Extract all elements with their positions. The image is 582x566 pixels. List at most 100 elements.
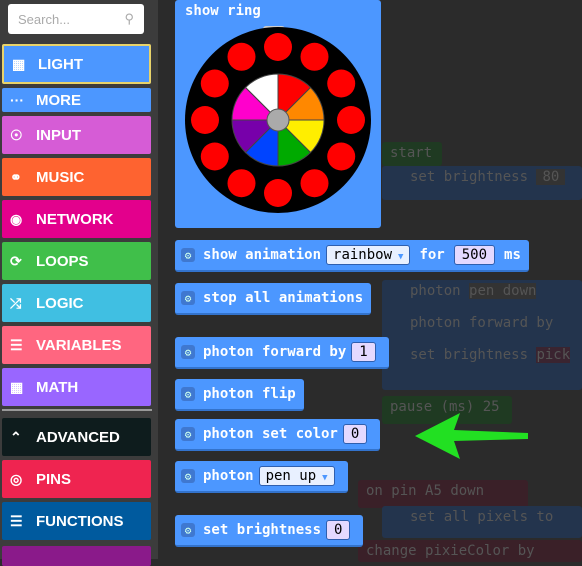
- forward-input[interactable]: 1: [351, 342, 376, 362]
- ghost-text: set brightness: [410, 169, 529, 185]
- category-pins[interactable]: ◎ PINS: [2, 460, 151, 498]
- ghost-text: pin A5: [391, 483, 442, 499]
- color-input[interactable]: 0: [342, 424, 368, 444]
- dropdown-value: pen up: [265, 468, 317, 484]
- ring-led: [191, 106, 219, 134]
- wheel-center: [266, 108, 290, 132]
- ring-led: [264, 33, 292, 61]
- block-label: for: [419, 247, 445, 263]
- category-label: MORE: [36, 91, 81, 109]
- category-label: LOGIC: [36, 294, 84, 312]
- brightness-input[interactable]: 0: [326, 520, 351, 540]
- pins-icon: ◎: [10, 470, 23, 487]
- photon-flip-block[interactable]: ⚙ photon flip: [175, 379, 304, 411]
- category-more[interactable]: ··· MORE: [2, 88, 151, 112]
- ring-led: [300, 42, 329, 71]
- workspace[interactable]: start set brightness 80 photon pen down …: [160, 0, 582, 562]
- arrow-annotation-icon: [415, 413, 528, 459]
- dropdown-arrow-icon: ▼: [322, 473, 328, 483]
- category-variables[interactable]: ☰ VARIABLES: [2, 326, 151, 364]
- gear-icon: ⚙: [181, 345, 195, 359]
- category-input[interactable]: ☉ INPUT: [2, 116, 151, 154]
- show-animation-block[interactable]: ⚙ show animation rainbow ▼ for 500 ms: [175, 240, 529, 272]
- pen-dropdown[interactable]: pen up ▼: [258, 466, 335, 486]
- gear-icon: ⚙: [181, 248, 195, 262]
- block-label: ms: [504, 247, 521, 263]
- calculator-icon: ▦: [10, 378, 24, 395]
- gear-icon: ⚙: [181, 523, 195, 537]
- category-loops[interactable]: ⟳ LOOPS: [2, 242, 151, 280]
- ghost-text: by: [517, 543, 535, 559]
- category-label: MUSIC: [36, 168, 85, 186]
- set-brightness-block[interactable]: ⚙ set brightness 0: [175, 515, 364, 547]
- ghost-start: start: [382, 142, 442, 166]
- search-placeholder: Search...: [18, 11, 71, 27]
- stop-all-animations-block[interactable]: ⚙ stop all animations: [175, 283, 372, 315]
- category-label: NETWORK: [36, 210, 114, 228]
- block-label: photon forward by: [203, 344, 347, 360]
- ghost-set-all-pixels: set all pixels to: [382, 506, 582, 538]
- ghost-photon-group: photon pen down photon forward by set br…: [382, 280, 582, 390]
- ring-led: [200, 142, 229, 171]
- show-ring-block[interactable]: show ring: [175, 0, 381, 228]
- photon-set-color-block[interactable]: ⚙ photon set color 0: [175, 419, 381, 451]
- ring-led: [227, 169, 256, 198]
- search-input[interactable]: Search... ⚲: [8, 4, 144, 34]
- ghost-text: down: [450, 483, 485, 499]
- ghost-text: photon: [410, 283, 461, 299]
- category-label: MATH: [36, 378, 79, 396]
- gear-icon: ⚙: [181, 291, 195, 305]
- divider: [2, 409, 152, 411]
- category-music[interactable]: ⚭ MUSIC: [2, 158, 151, 196]
- ghost-set-brightness: set brightness 80: [382, 166, 582, 200]
- category-logic[interactable]: ⤮ LOGIC: [2, 284, 151, 322]
- ring-led: [264, 179, 292, 207]
- category-partial[interactable]: [2, 546, 151, 566]
- ring-led: [300, 169, 329, 198]
- ghost-text: set brightness: [410, 347, 529, 363]
- duration-input[interactable]: 500: [453, 245, 496, 265]
- chevron-up-icon: ⌃: [10, 428, 22, 445]
- dropdown-value: rainbow: [333, 247, 393, 263]
- list-icon: ☰: [10, 336, 23, 353]
- search-icon[interactable]: ⚲: [124, 11, 134, 27]
- more-icon: ···: [10, 92, 24, 108]
- category-label: PINS: [36, 470, 72, 488]
- grid-icon: ▦: [12, 55, 26, 72]
- toolbox: Search... ⚲ ▦ LIGHT ··· MORE ☉ INPUT ⚭ MUSIC ◉ NE…: [0, 0, 158, 566]
- category-network[interactable]: ◉ NETWORK: [2, 200, 151, 238]
- category-math[interactable]: ▦ MATH: [2, 368, 151, 406]
- functions-icon: ☰: [10, 512, 23, 529]
- ghost-text: pen down: [469, 283, 537, 299]
- ghost-text: on: [366, 483, 383, 499]
- ghost-on-pin: on pin A5 down: [358, 480, 528, 508]
- ring-led: [327, 142, 356, 171]
- block-label: stop all animations: [203, 290, 364, 306]
- block-label: set brightness: [203, 522, 322, 538]
- block-label: photon flip: [203, 386, 296, 402]
- dropdown-arrow-icon: ▼: [398, 252, 404, 262]
- ring-led: [227, 42, 256, 71]
- category-light[interactable]: ▦ LIGHT: [2, 44, 151, 84]
- category-functions[interactable]: ☰ FUNCTIONS: [2, 502, 151, 540]
- animation-dropdown[interactable]: rainbow ▼: [326, 245, 411, 265]
- refresh-icon: ⟳: [10, 252, 22, 269]
- category-label: LIGHT: [38, 55, 83, 73]
- ring-editor[interactable]: [175, 0, 381, 228]
- gear-icon: ⚙: [181, 387, 195, 401]
- category-label: LOOPS: [36, 252, 89, 270]
- photon-pen-block[interactable]: ⚙ photon pen up ▼: [175, 461, 348, 493]
- category-label: VARIABLES: [36, 336, 122, 354]
- ring-led: [200, 69, 229, 98]
- headphones-icon: ⚭: [10, 168, 22, 185]
- photon-forward-block[interactable]: ⚙ photon forward by 1: [175, 337, 389, 369]
- chat-icon: ◉: [10, 210, 23, 227]
- target-icon: ☉: [10, 126, 23, 143]
- ghost-text: change: [366, 543, 417, 559]
- shuffle-icon: ⤮: [10, 294, 22, 311]
- category-label: FUNCTIONS: [36, 512, 124, 530]
- category-advanced[interactable]: ⌃ ADVANCED: [2, 418, 151, 456]
- block-label: photon: [203, 468, 254, 484]
- category-label: INPUT: [36, 126, 81, 144]
- category-label: ADVANCED: [36, 428, 120, 446]
